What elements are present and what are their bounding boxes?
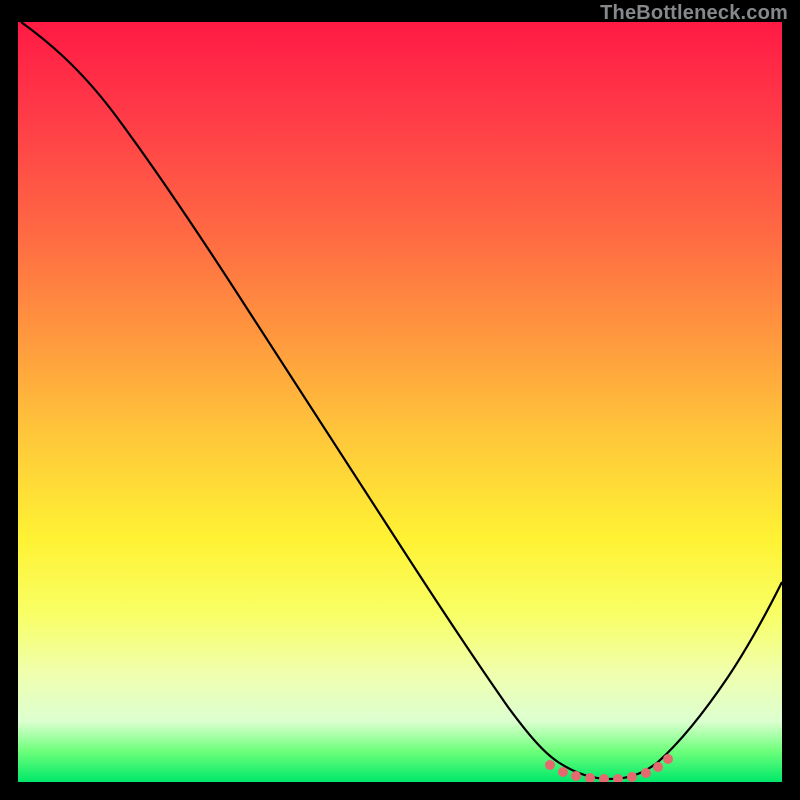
optimum-dots: [545, 754, 673, 782]
chart-frame: TheBottleneck.com: [0, 0, 800, 800]
plot-area: [18, 22, 782, 782]
chart-svg: [18, 22, 782, 782]
main-curve: [21, 22, 782, 779]
